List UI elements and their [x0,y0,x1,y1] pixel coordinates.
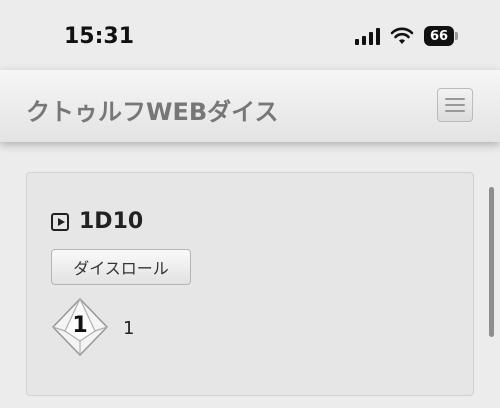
d10-die-icon: 1 [49,297,111,359]
battery-level: 66 [424,26,454,46]
menu-toggle-button[interactable] [437,88,473,122]
hamburger-menu-icon [445,98,465,100]
dice-title: 1D10 [51,209,143,234]
dice-roll-button[interactable]: ダイスロール [51,249,191,285]
result-row: 1 1 [49,297,134,359]
navbar: クトゥルフWEBダイス [0,70,500,142]
battery-icon: 66 [424,26,458,46]
die-face-value: 1 [72,313,88,338]
cellular-signal-icon [355,27,380,45]
wifi-icon [390,27,414,44]
roll-result: 1 [123,317,135,339]
scrollbar[interactable] [489,187,494,337]
brand-title[interactable]: クトゥルフWEBダイス [26,92,278,127]
dice-card: 1D10 ダイスロール 1 1 [26,172,474,396]
status-icons: 66 [355,26,458,46]
status-time: 15:31 [64,24,135,49]
status-bar: 15:31 66 [0,0,500,70]
dice-title-text: 1D10 [79,209,144,234]
play-square-icon [51,212,69,231]
